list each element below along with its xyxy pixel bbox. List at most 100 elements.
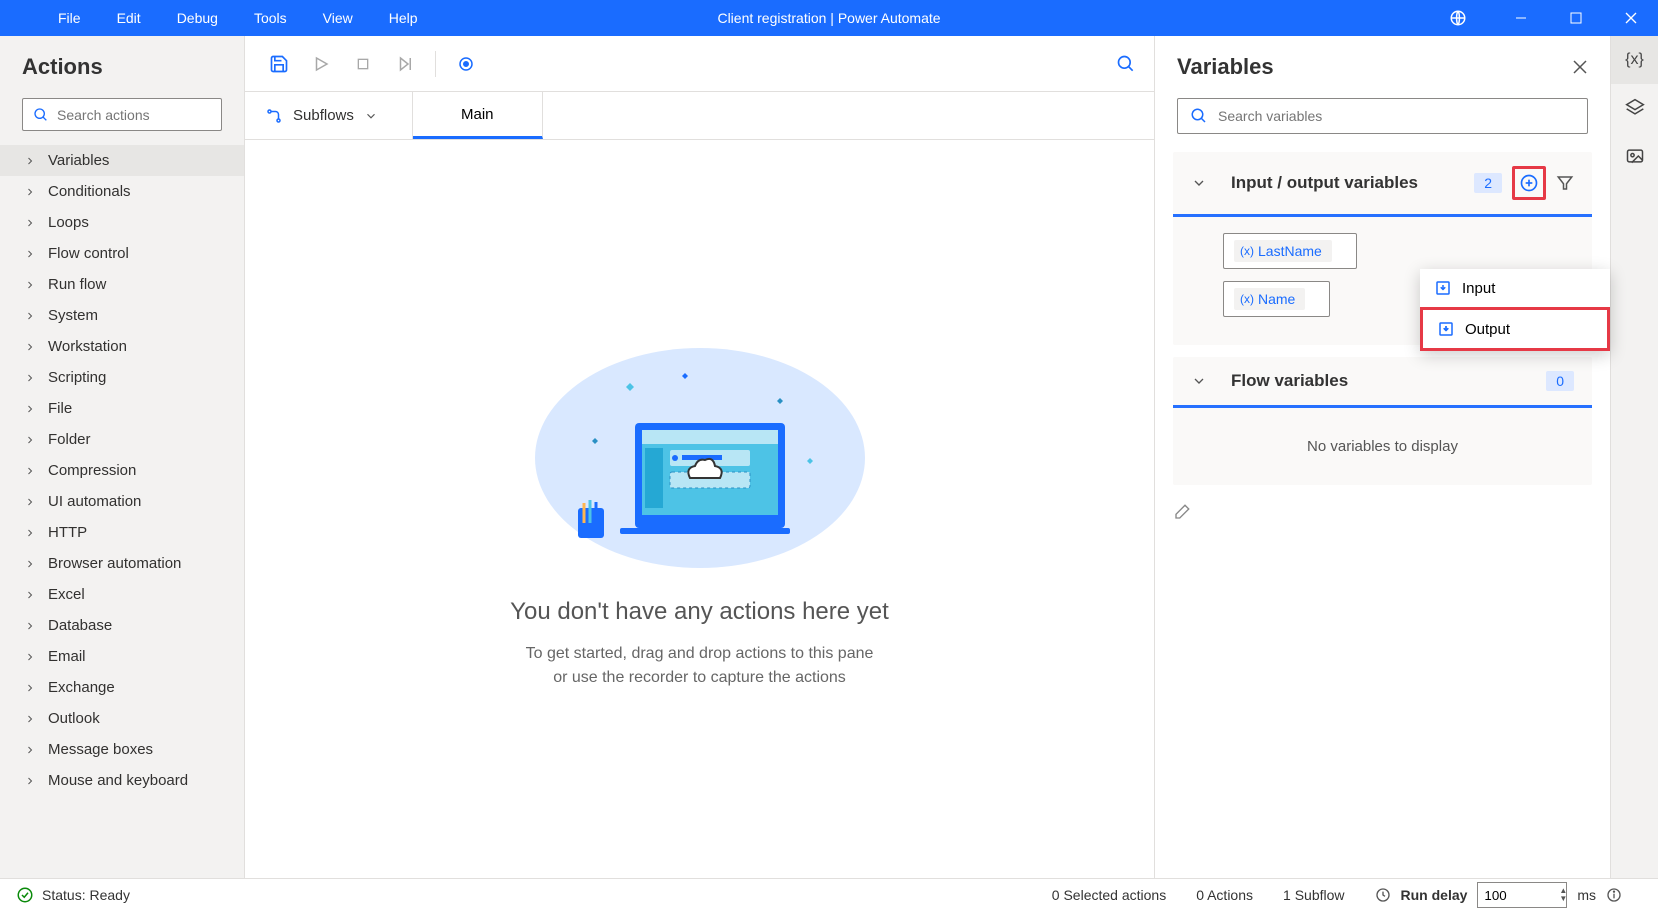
run-delay-label: Run delay [1401,887,1468,903]
action-category-database[interactable]: Database [0,610,244,641]
search-icon [33,107,49,123]
dropdown-output-option[interactable]: Output [1420,307,1610,351]
category-label: Conditionals [48,183,131,200]
output-icon [1437,320,1455,338]
flow-variables-empty: No variables to display [1173,408,1592,485]
close-window-button[interactable] [1603,0,1658,36]
empty-state-subtitle: To get started, drag and drop actions to… [526,642,874,690]
actions-panel-title: Actions [0,36,244,98]
action-category-outlook[interactable]: Outlook [0,703,244,734]
step-button[interactable] [387,46,423,82]
action-category-folder[interactable]: Folder [0,424,244,455]
empty-state-title: You don't have any actions here yet [510,598,889,626]
rail-layers-button[interactable] [1611,84,1658,132]
clock-icon [1375,887,1391,903]
variable-chip-lastname[interactable]: (x) LastName [1223,233,1357,269]
run-delay-control: Run delay ▲▼ ms [1375,882,1623,908]
variable-name: Name [1258,291,1295,307]
collapse-flow-button[interactable] [1191,373,1207,389]
menu-view[interactable]: View [305,2,371,34]
category-label: Scripting [48,369,106,386]
collapse-io-button[interactable] [1191,175,1207,191]
category-label: UI automation [48,493,141,510]
right-icon-rail: {x} [1610,36,1658,878]
tab-main-label: Main [461,106,494,123]
clear-variables-button[interactable] [1155,497,1610,529]
category-label: Loops [48,214,89,231]
action-category-loops[interactable]: Loops [0,207,244,238]
category-label: Flow control [48,245,129,262]
globe-icon[interactable] [1435,9,1481,27]
dropdown-output-label: Output [1465,321,1510,338]
status-left: Status: Ready [16,886,1052,904]
window-title: Client registration | Power Automate [717,10,940,26]
action-category-excel[interactable]: Excel [0,579,244,610]
action-category-workstation[interactable]: Workstation [0,331,244,362]
canvas-content: You don't have any actions here yet To g… [245,140,1154,878]
window-controls [1435,0,1658,36]
action-category-system[interactable]: System [0,300,244,331]
stop-button[interactable] [345,46,381,82]
close-variables-button[interactable] [1572,59,1588,75]
save-button[interactable] [261,46,297,82]
menu-debug[interactable]: Debug [159,2,236,34]
actions-search[interactable] [22,98,222,131]
chevron-right-icon [24,651,36,663]
action-category-exchange[interactable]: Exchange [0,672,244,703]
delay-spinner[interactable]: ▲▼ [1559,887,1567,903]
status-bar: Status: Ready 0 Selected actions 0 Actio… [0,878,1658,911]
action-category-conditionals[interactable]: Conditionals [0,176,244,207]
minimize-button[interactable] [1493,0,1548,36]
action-category-compression[interactable]: Compression [0,455,244,486]
menu-help[interactable]: Help [371,2,436,34]
rail-variables-button[interactable]: {x} [1611,36,1658,84]
category-label: Database [48,617,112,634]
info-icon[interactable] [1606,887,1622,903]
action-category-mouse-and-keyboard[interactable]: Mouse and keyboard [0,765,244,796]
variable-chip-name[interactable]: (x)Name [1223,281,1330,317]
action-category-browser-automation[interactable]: Browser automation [0,548,244,579]
variables-search-input[interactable] [1218,108,1575,124]
action-category-scripting[interactable]: Scripting [0,362,244,393]
rail-images-button[interactable] [1611,132,1658,180]
toolbar-separator [435,51,436,77]
chevron-right-icon [24,155,36,167]
dropdown-input-option[interactable]: Input [1420,269,1610,307]
variables-header: Variables [1155,36,1610,98]
menu-tools[interactable]: Tools [236,2,305,34]
add-variable-button[interactable] [1512,166,1546,200]
add-variable-dropdown: Input Output [1420,269,1610,351]
action-category-run-flow[interactable]: Run flow [0,269,244,300]
chevron-right-icon [24,682,36,694]
menu-file[interactable]: File [40,2,99,34]
canvas-search-button[interactable] [1116,54,1136,74]
chevron-right-icon [24,434,36,446]
action-category-message-boxes[interactable]: Message boxes [0,734,244,765]
io-section-header: Input / output variables 2 [1173,152,1592,217]
record-button[interactable] [448,46,484,82]
delay-unit: ms [1577,887,1596,903]
input-icon [1434,279,1452,297]
actions-search-input[interactable] [57,107,238,123]
variable-name: LastName [1258,243,1322,259]
action-category-http[interactable]: HTTP [0,517,244,548]
action-category-variables[interactable]: Variables [0,145,244,176]
action-category-email[interactable]: Email [0,641,244,672]
io-section-title: Input / output variables [1231,173,1462,193]
action-category-ui-automation[interactable]: UI automation [0,486,244,517]
actions-panel: Actions Variables Conditionals Loops Flow c… [0,36,245,878]
status-actions: 0 Actions [1196,887,1253,903]
maximize-button[interactable] [1548,0,1603,36]
tab-main[interactable]: Main [413,92,543,139]
action-category-file[interactable]: File [0,393,244,424]
run-button[interactable] [303,46,339,82]
action-category-flow-control[interactable]: Flow control [0,238,244,269]
menu-edit[interactable]: Edit [99,2,159,34]
run-delay-input[interactable] [1477,882,1567,908]
plus-icon [1519,173,1539,193]
filter-button[interactable] [1556,174,1574,192]
variable-icon: (x) [1240,244,1254,258]
variables-search[interactable] [1177,98,1588,134]
category-label: Mouse and keyboard [48,772,188,789]
subflows-dropdown[interactable]: Subflows [245,92,413,139]
